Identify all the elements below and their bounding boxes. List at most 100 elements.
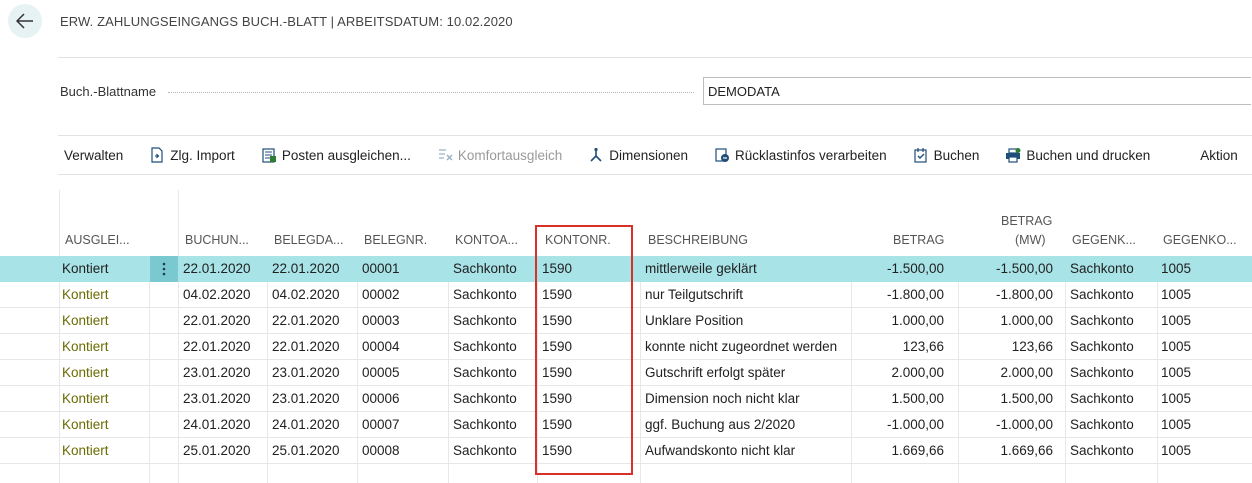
comfort-apply-button[interactable]: Komfortausgleich	[437, 147, 562, 163]
cell-belegnr[interactable]: 00005	[362, 360, 400, 386]
cell-gegenkontonr[interactable]: 1005	[1161, 334, 1191, 360]
payment-import-button[interactable]: Zlg. Import	[149, 147, 235, 163]
cell-buchungsdatum[interactable]: 24.01.2020	[183, 412, 251, 438]
cell-betrag[interactable]: 2.000,00	[891, 360, 944, 386]
cell-gegenkontoart[interactable]: Sachkonto	[1070, 334, 1134, 360]
cell-buchungsdatum[interactable]: 22.01.2020	[183, 334, 251, 360]
cell-beschreibung[interactable]: mittlerweile geklärt	[645, 256, 757, 282]
cell-gegenkontonr[interactable]: 1005	[1161, 386, 1191, 412]
cell-kontoart[interactable]: Sachkonto	[453, 438, 517, 464]
table-row[interactable]: Kontiert 22.01.2020 22.01.2020 00003 Sachkon…	[0, 308, 1252, 334]
cell-buchungsdatum[interactable]: 25.01.2020	[183, 438, 251, 464]
cell-status[interactable]: Kontiert	[62, 282, 109, 308]
back-button[interactable]	[8, 4, 42, 38]
cell-status[interactable]: Kontiert	[62, 308, 109, 334]
cell-betrag[interactable]: 123,66	[903, 334, 944, 360]
table-row[interactable]: Kontiert 04.02.2020 04.02.2020 00002 Sachkon…	[0, 282, 1252, 308]
cell-gegenkontonr[interactable]: 1005	[1161, 360, 1191, 386]
cell-beschreibung[interactable]: nur Teilgutschrift	[645, 282, 743, 308]
column-header-kontonr[interactable]: KONTONR.	[545, 233, 611, 247]
cell-buchungsdatum[interactable]: 23.01.2020	[183, 386, 251, 412]
cell-gegenkontonr[interactable]: 1005	[1161, 308, 1191, 334]
cell-betrag_mw[interactable]: -1.000,00	[996, 412, 1053, 438]
cell-betrag[interactable]: 1.669,66	[891, 438, 944, 464]
table-row[interactable]: Kontiert 22.01.2020 22.01.2020 00001 Sachkon…	[0, 256, 1252, 282]
table-row[interactable]: Kontiert 23.01.2020 23.01.2020 00005 Sachkon…	[0, 360, 1252, 386]
cell-gegenkontoart[interactable]: Sachkonto	[1070, 308, 1134, 334]
cell-beschreibung[interactable]: ggf. Buchung aus 2/2020	[645, 412, 795, 438]
process-return-info-button[interactable]: Rücklastinfos verarbeiten	[714, 147, 887, 163]
cell-gegenkontoart[interactable]: Sachkonto	[1070, 438, 1134, 464]
column-header-kontoart[interactable]: KONTOA...	[455, 233, 518, 247]
cell-betrag_mw[interactable]: 1.500,00	[1000, 386, 1053, 412]
cell-kontonr[interactable]: 1590	[542, 412, 572, 438]
cell-status[interactable]: Kontiert	[62, 360, 109, 386]
cell-belegnr[interactable]: 00001	[362, 256, 400, 282]
cell-status[interactable]: Kontiert	[62, 386, 109, 412]
cell-belegdatum[interactable]: 22.01.2020	[272, 334, 340, 360]
cell-betrag[interactable]: -1.500,00	[887, 256, 944, 282]
cell-kontonr[interactable]: 1590	[542, 308, 572, 334]
cell-kontonr[interactable]: 1590	[542, 360, 572, 386]
cell-belegdatum[interactable]: 23.01.2020	[272, 386, 340, 412]
column-header-betrag-mw-line2[interactable]: (MW)	[1015, 233, 1046, 247]
cell-belegnr[interactable]: 00008	[362, 438, 400, 464]
cell-belegnr[interactable]: 00002	[362, 282, 400, 308]
cell-kontoart[interactable]: Sachkonto	[453, 308, 517, 334]
column-header-belegnr[interactable]: BELEGNR.	[364, 233, 427, 247]
cell-belegnr[interactable]: 00006	[362, 386, 400, 412]
post-button[interactable]: Buchen	[913, 147, 979, 163]
cell-gegenkontonr[interactable]: 1005	[1161, 438, 1191, 464]
cell-betrag_mw[interactable]: 2.000,00	[1000, 360, 1053, 386]
cell-betrag_mw[interactable]: -1.800,00	[996, 282, 1053, 308]
column-header-betrag[interactable]: BETRAG	[893, 233, 944, 247]
cell-betrag[interactable]: -1.000,00	[887, 412, 944, 438]
cell-gegenkontonr[interactable]: 1005	[1161, 412, 1191, 438]
cell-belegnr[interactable]: 00007	[362, 412, 400, 438]
manage-menu[interactable]: Verwalten	[64, 148, 123, 163]
cell-beschreibung[interactable]: konnte nicht zugeordnet werden	[645, 334, 837, 360]
row-actions-menu[interactable]	[150, 256, 178, 282]
cell-buchungsdatum[interactable]: 23.01.2020	[183, 360, 251, 386]
table-row[interactable]: Kontiert 24.01.2020 24.01.2020 00007 Sachkon…	[0, 412, 1252, 438]
column-header-gegenkontoart[interactable]: GEGENK...	[1072, 233, 1136, 247]
column-header-belegdatum[interactable]: BELEGDA...	[274, 233, 343, 247]
cell-belegdatum[interactable]: 25.01.2020	[272, 438, 340, 464]
table-row[interactable]: Kontiert 25.01.2020 25.01.2020 00008 Sachkon…	[0, 438, 1252, 464]
cell-kontoart[interactable]: Sachkonto	[453, 360, 517, 386]
cell-beschreibung[interactable]: Aufwandskonto nicht klar	[645, 438, 795, 464]
column-header-gegenkontonr[interactable]: GEGENKO...	[1163, 233, 1237, 247]
cell-gegenkontoart[interactable]: Sachkonto	[1070, 360, 1134, 386]
cell-buchungsdatum[interactable]: 04.02.2020	[183, 282, 251, 308]
cell-belegdatum[interactable]: 04.02.2020	[272, 282, 340, 308]
cell-gegenkontoart[interactable]: Sachkonto	[1070, 256, 1134, 282]
cell-beschreibung[interactable]: Dimension noch nicht klar	[645, 386, 800, 412]
cell-kontoart[interactable]: Sachkonto	[453, 412, 517, 438]
cell-kontoart[interactable]: Sachkonto	[453, 256, 517, 282]
post-and-print-button[interactable]: Buchen und drucken	[1005, 147, 1150, 163]
actions-menu[interactable]: Aktion	[1200, 148, 1238, 163]
cell-status[interactable]: Kontiert	[62, 412, 109, 438]
cell-betrag_mw[interactable]: 1.669,66	[1000, 438, 1053, 464]
dimensions-button[interactable]: Dimensionen	[588, 147, 688, 163]
cell-belegdatum[interactable]: 24.01.2020	[272, 412, 340, 438]
cell-gegenkontoart[interactable]: Sachkonto	[1070, 282, 1134, 308]
cell-belegdatum[interactable]: 22.01.2020	[272, 308, 340, 334]
cell-kontoart[interactable]: Sachkonto	[453, 386, 517, 412]
cell-kontonr[interactable]: 1590	[542, 386, 572, 412]
cell-kontonr[interactable]: 1590	[542, 282, 572, 308]
cell-status[interactable]: Kontiert	[62, 334, 109, 360]
cell-betrag[interactable]: 1.500,00	[891, 386, 944, 412]
cell-belegdatum[interactable]: 23.01.2020	[272, 360, 340, 386]
cell-buchungsdatum[interactable]: 22.01.2020	[183, 308, 251, 334]
cell-kontoart[interactable]: Sachkonto	[453, 334, 517, 360]
cell-status[interactable]: Kontiert	[62, 438, 109, 464]
column-header-beschreibung[interactable]: BESCHREIBUNG	[648, 233, 748, 247]
cell-betrag[interactable]: -1.800,00	[887, 282, 944, 308]
cell-belegnr[interactable]: 00003	[362, 308, 400, 334]
cell-status[interactable]: Kontiert	[62, 256, 109, 282]
column-header-ausgleich[interactable]: AUSGLEI...	[65, 233, 130, 247]
cell-kontoart[interactable]: Sachkonto	[453, 282, 517, 308]
cell-betrag_mw[interactable]: 123,66	[1012, 334, 1053, 360]
journal-name-input[interactable]: DEMODATA	[703, 77, 1251, 105]
